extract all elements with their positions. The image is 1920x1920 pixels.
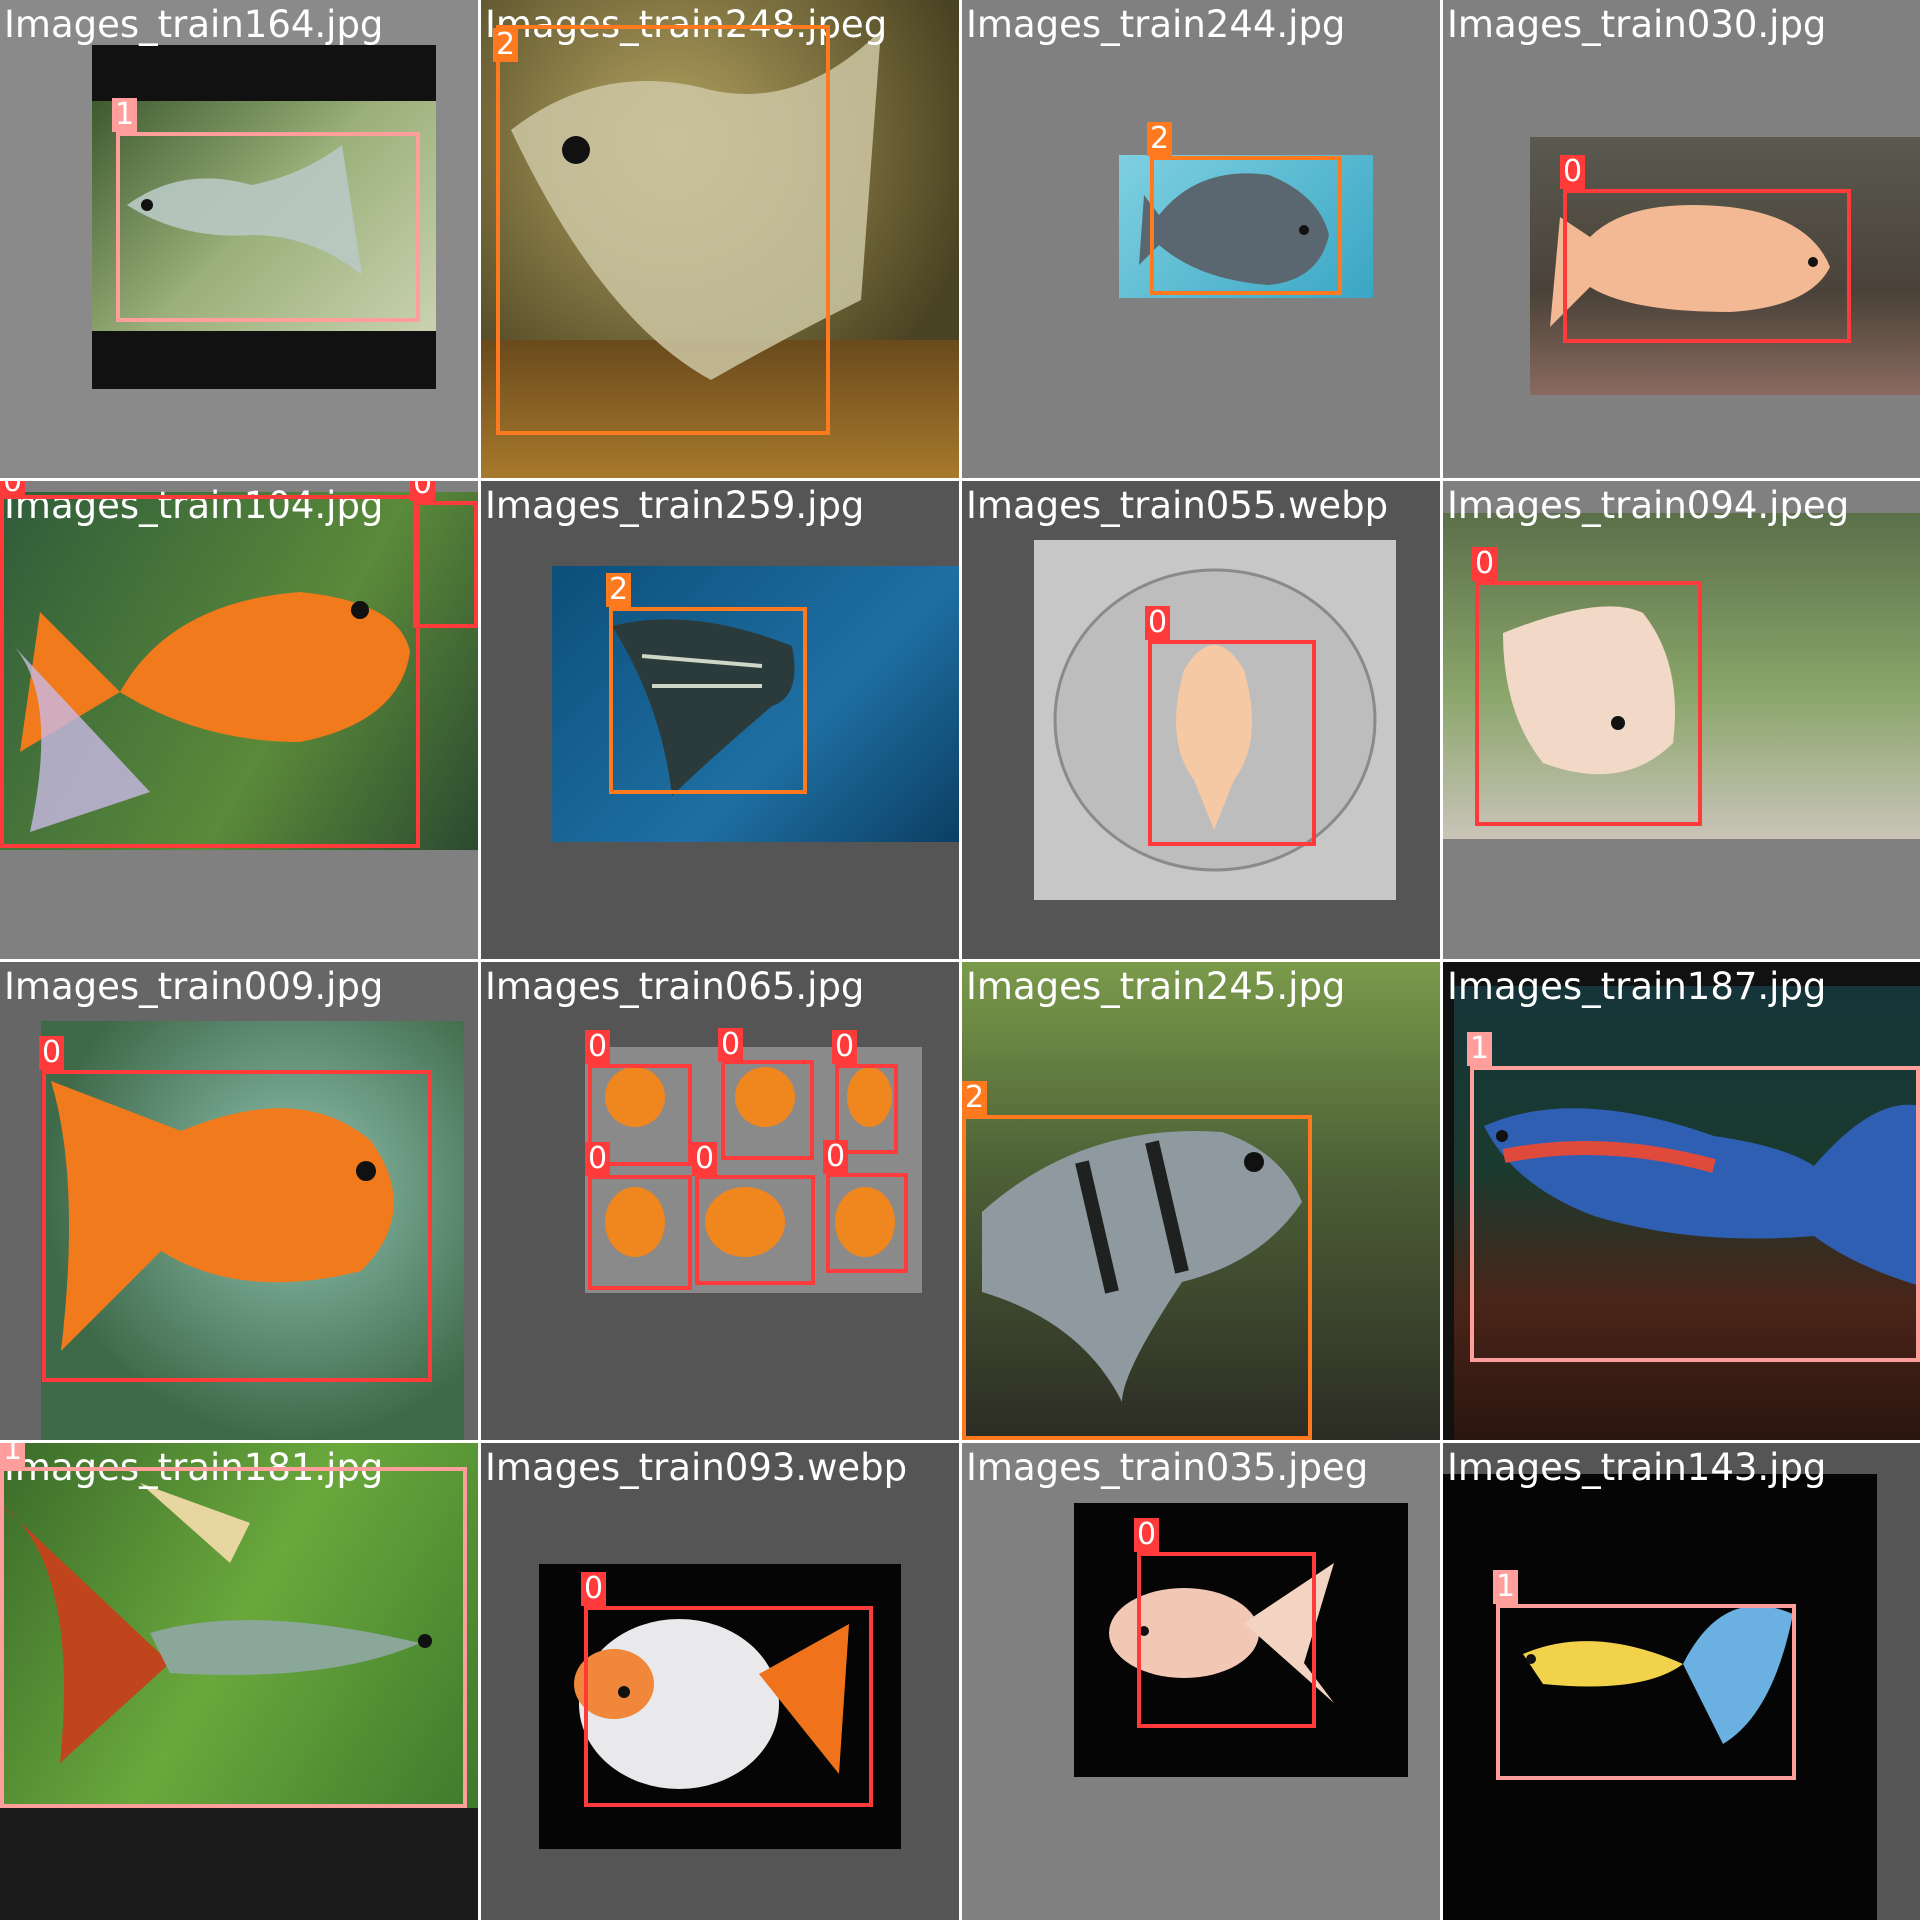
bbox <box>1150 156 1342 295</box>
bbox <box>588 1175 692 1290</box>
grid-tile: Images_train164.jpg 1 <box>0 0 478 478</box>
bbox <box>1563 189 1851 343</box>
grid-tile: Images_train094.jpeg 0 <box>1443 481 1920 959</box>
grid-tile: Images_train055.webp 0 <box>962 481 1440 959</box>
image-filename: Images_train245.jpg <box>966 965 1346 1008</box>
bbox <box>609 607 807 794</box>
grid-tile: Images_train143.jpg 1 <box>1443 1443 1920 1920</box>
bbox <box>1148 640 1316 846</box>
bbox <box>1137 1552 1316 1728</box>
bbox-class-label: 1 <box>112 98 138 132</box>
bbox <box>42 1070 432 1382</box>
image-filename: Images_train065.jpg <box>485 965 865 1008</box>
image-filename: Images_train164.jpg <box>4 3 384 46</box>
bbox <box>584 1606 873 1807</box>
image-filename: Images_train035.jpeg <box>966 1446 1369 1489</box>
grid-tile: Images_train187.jpg 1 <box>1443 962 1920 1440</box>
detection-grid: Images_train164.jpg 1 Images_train248.jp… <box>0 0 1920 1920</box>
image-filename: Images_train244.jpg <box>966 3 1346 46</box>
image-filename: Images_train259.jpg <box>485 484 865 527</box>
image-filename: Images_train030.jpg <box>1447 3 1827 46</box>
bbox <box>0 1467 467 1808</box>
bbox-class-label: 2 <box>1147 122 1173 156</box>
bbox-class-label: 2 <box>493 28 519 62</box>
image-filename: Images_train055.webp <box>966 484 1389 527</box>
bbox-class-label: 2 <box>606 573 632 607</box>
bbox <box>413 501 478 628</box>
bbox <box>1475 581 1702 826</box>
image-filename: Images_train143.jpg <box>1447 1446 1827 1489</box>
image-filename: Images_train009.jpg <box>4 965 384 1008</box>
bbox-class-label: 0 <box>718 1028 744 1062</box>
image-filename: Images_train187.jpg <box>1447 965 1827 1008</box>
grid-tile: Images_train030.jpg 0 <box>1443 0 1920 478</box>
image-filename: Images_train093.webp <box>485 1446 908 1489</box>
bbox <box>695 1175 815 1285</box>
bbox-class-label: 0 <box>585 1030 611 1064</box>
bbox <box>826 1173 908 1273</box>
bbox-class-label: 0 <box>1134 1518 1160 1552</box>
bbox-class-label: 0 <box>823 1140 849 1174</box>
grid-tile: Images_train248.jpeg 2 <box>481 0 959 478</box>
bbox-class-label: 0 <box>410 481 436 501</box>
bbox <box>116 132 420 322</box>
image-filename: Images_train094.jpeg <box>1447 484 1850 527</box>
grid-tile: Images_train181.jpg 1 <box>0 1443 478 1920</box>
bbox <box>721 1060 814 1160</box>
grid-tile: Images_train245.jpg 2 <box>962 962 1440 1440</box>
bbox-class-label: 2 <box>962 1081 988 1115</box>
bbox <box>1470 1066 1920 1362</box>
bbox-class-label: 0 <box>39 1036 65 1070</box>
grid-tile: Images_train065.jpg 0 0 0 0 0 0 <box>481 962 959 1440</box>
bbox-class-label: 0 <box>0 481 26 499</box>
bbox-class-label: 0 <box>1560 155 1586 189</box>
grid-tile: Images_train009.jpg 0 <box>0 962 478 1440</box>
bbox-class-label: 0 <box>832 1030 858 1064</box>
grid-tile: Images_train035.jpeg 0 <box>962 1443 1440 1920</box>
bbox-class-label: 0 <box>585 1142 611 1176</box>
bbox-class-label: 1 <box>1467 1032 1493 1066</box>
bbox <box>496 25 830 435</box>
bbox <box>0 495 420 848</box>
bbox-class-label: 1 <box>0 1443 26 1467</box>
bbox <box>962 1115 1312 1440</box>
bbox-class-label: 0 <box>581 1572 607 1606</box>
grid-tile: Images_train244.jpg 2 <box>962 0 1440 478</box>
bbox-class-label: 0 <box>692 1142 718 1176</box>
grid-tile: Images_train093.webp 0 <box>481 1443 959 1920</box>
bbox-class-label: 0 <box>1145 606 1171 640</box>
bbox-class-label: 0 <box>1472 547 1498 581</box>
bbox <box>1496 1604 1796 1780</box>
grid-tile: Images_train259.jpg 2 <box>481 481 959 959</box>
bbox-class-label: 1 <box>1493 1570 1519 1604</box>
grid-tile: Images_train104.jpg 0 0 <box>0 481 478 959</box>
